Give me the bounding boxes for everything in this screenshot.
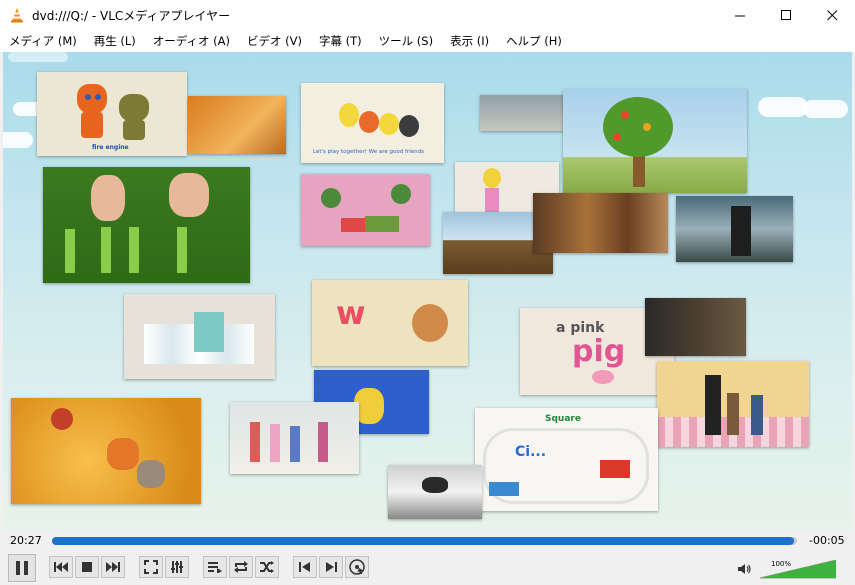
cloud	[803, 100, 848, 118]
stop-button[interactable]	[75, 556, 99, 578]
disc-menu-button[interactable]	[345, 556, 369, 578]
skip-forward-icon	[106, 562, 120, 572]
thumbnail-orange-cats	[11, 398, 201, 504]
menu-view[interactable]: 表示 (I)	[441, 30, 497, 52]
minimize-icon	[734, 15, 745, 16]
vlc-cone-icon	[11, 8, 23, 23]
extended-settings-button[interactable]	[165, 556, 189, 578]
previous-button[interactable]	[49, 556, 73, 578]
thumbnail-children-group	[230, 402, 359, 474]
thumbnail-family	[657, 361, 809, 447]
menu-audio[interactable]: オーディオ (A)	[144, 30, 238, 52]
cloud	[8, 52, 68, 62]
equalizer-icon	[171, 561, 183, 573]
cloud	[758, 97, 808, 117]
volume-percent: 100%	[771, 560, 792, 568]
thumbnail-black-white	[388, 465, 482, 519]
thumbnail-dark-face	[645, 298, 746, 356]
stop-icon	[82, 562, 92, 572]
thumbnail-nurses	[124, 294, 275, 379]
thumbnail-letter-w: w	[312, 280, 468, 366]
shuffle-icon	[260, 561, 274, 573]
fullscreen-icon	[144, 560, 158, 574]
maximize-icon	[780, 9, 791, 20]
pause-button[interactable]	[8, 554, 36, 582]
speaker-icon[interactable]	[738, 563, 752, 575]
thumbnail-tree	[563, 89, 747, 193]
previous-chapter-icon	[299, 562, 310, 572]
skip-back-icon	[54, 562, 68, 572]
caption-square: Square	[545, 414, 581, 424]
thumbnail-children-legs	[480, 95, 566, 131]
caption-fire-engine: fire engine	[92, 144, 129, 151]
menu-help[interactable]: ヘルプ (H)	[497, 30, 570, 52]
shuffle-button[interactable]	[255, 556, 279, 578]
thumbnail-lion-costume	[533, 193, 668, 253]
elapsed-time: 20:27	[10, 534, 42, 547]
next-chapter-button[interactable]	[319, 556, 343, 578]
remaining-time: -00:05	[809, 534, 845, 547]
video-area[interactable]: fire engine Let's play together! We are …	[3, 52, 852, 531]
close-button[interactable]	[809, 0, 855, 30]
title-bar: dvd:///Q:/ - VLCメディアプレイヤー	[0, 0, 855, 30]
thumbnail-shapes-map: Square Ci...	[475, 408, 658, 511]
thumbnail-orange-close-up	[188, 96, 286, 154]
disc-menu-icon	[349, 559, 365, 575]
maximize-button[interactable]	[763, 0, 809, 30]
thumbnail-green-dancers	[43, 167, 250, 283]
caption-circle: Ci...	[515, 444, 547, 460]
minimize-button[interactable]	[717, 0, 763, 30]
previous-chapter-button[interactable]	[293, 556, 317, 578]
thumbnail-lets-play: Let's play together! We are good friends	[301, 83, 444, 163]
caption-pig: pig	[572, 334, 626, 369]
menu-playback[interactable]: 再生 (L)	[85, 30, 144, 52]
menu-media[interactable]: メディア (M)	[0, 30, 85, 52]
thumbnail-pink-truck	[301, 174, 430, 246]
thumbnail-man-street	[676, 196, 793, 262]
loop-icon	[234, 561, 248, 573]
menu-subtitle[interactable]: 字幕 (T)	[310, 30, 370, 52]
close-icon	[826, 9, 837, 20]
loop-button[interactable]	[229, 556, 253, 578]
seek-progress	[52, 537, 795, 545]
caption-lets-play: Let's play together! We are good friends	[313, 149, 424, 155]
pause-icon	[16, 561, 28, 575]
seek-bar-row: 20:27 -00:05	[0, 531, 855, 551]
menu-video[interactable]: ビデオ (V)	[238, 30, 310, 52]
playlist-button[interactable]	[203, 556, 227, 578]
thumbnail-fire-engine: fire engine	[37, 72, 187, 156]
seek-slider[interactable]	[52, 537, 797, 545]
playlist-icon	[208, 562, 222, 573]
next-button[interactable]	[101, 556, 125, 578]
fullscreen-button[interactable]	[139, 556, 163, 578]
menu-tools[interactable]: ツール (S)	[370, 30, 441, 52]
next-chapter-icon	[326, 562, 337, 572]
window-title: dvd:///Q:/ - VLCメディアプレイヤー	[32, 9, 231, 23]
caption-letter-w: w	[336, 294, 366, 332]
cloud	[3, 132, 33, 148]
menu-bar: メディア (M) 再生 (L) オーディオ (A) ビデオ (V) 字幕 (T)…	[0, 30, 855, 52]
control-bar: 100%	[0, 551, 855, 585]
